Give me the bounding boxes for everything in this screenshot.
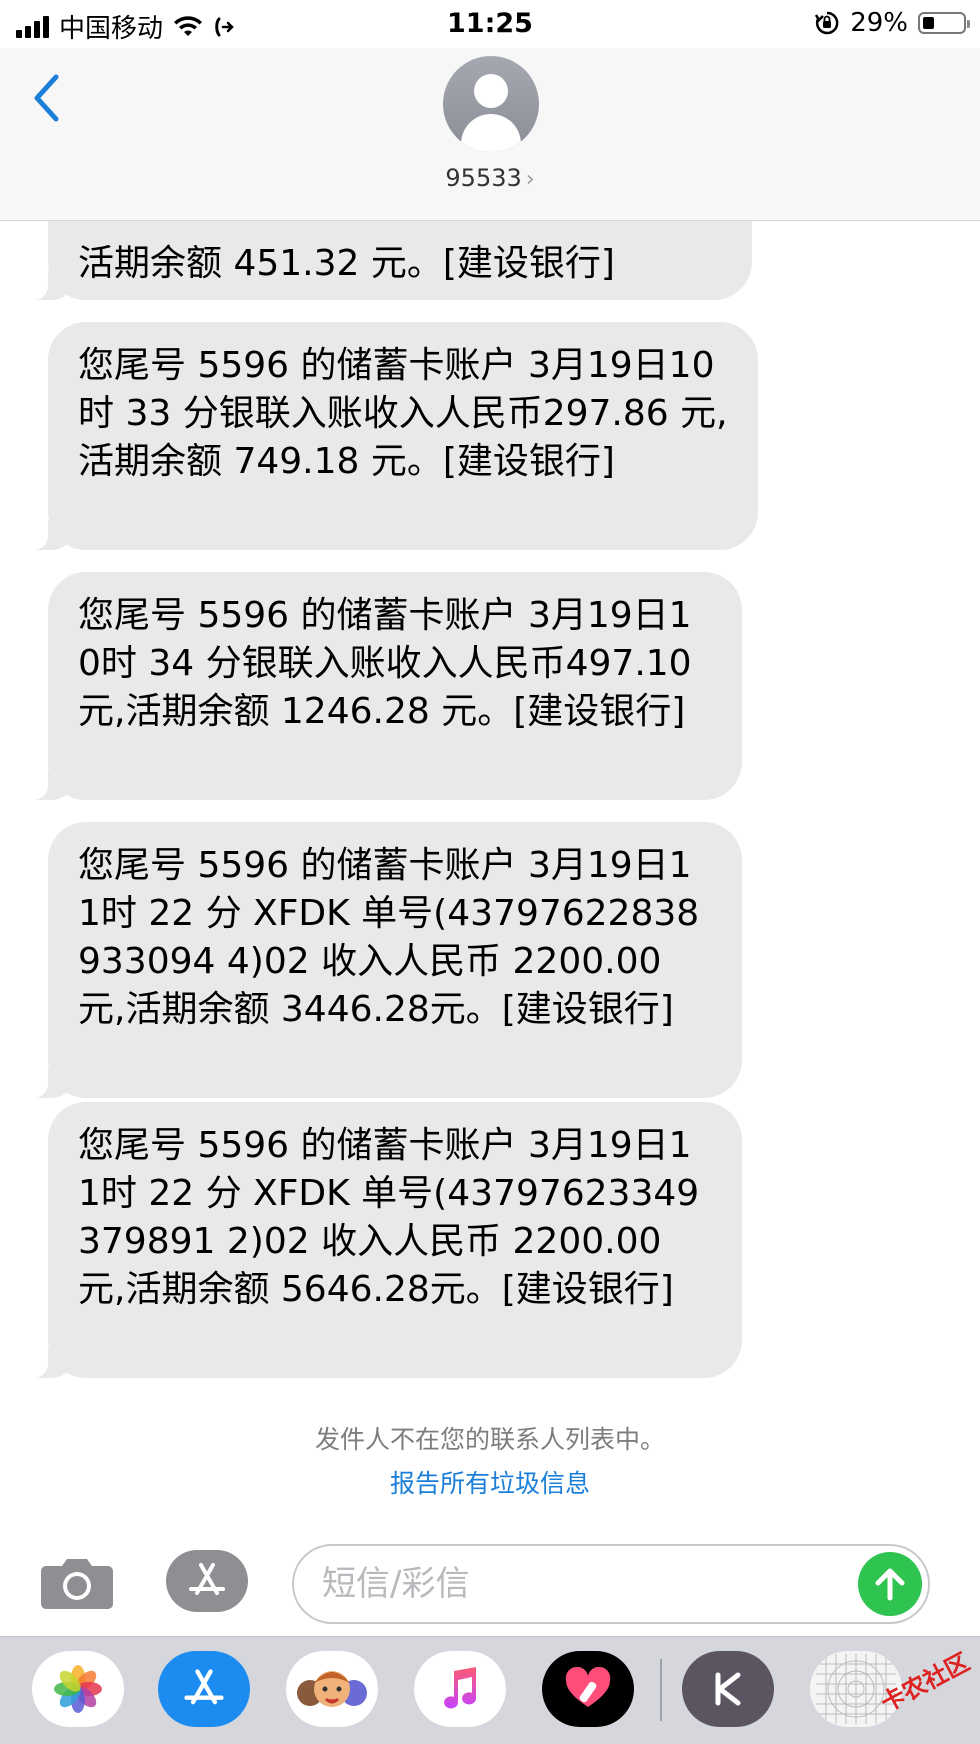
battery-icon: [918, 12, 970, 34]
bubble-tail: [22, 770, 72, 800]
message-bubble[interactable]: 您尾号 5596 的储蓄卡账户 3月19日11时 22 分 XFDK 单号(43…: [22, 1102, 742, 1378]
avatar-head: [474, 74, 508, 108]
rotation-lock-icon: [815, 11, 839, 35]
watermark-text: 卡农社区: [876, 1647, 975, 1718]
bubble-tail: [22, 1348, 72, 1378]
music-note-icon: [444, 1667, 476, 1709]
message-bubble[interactable]: 您尾号 5596 的储蓄卡账户 3月19日10时 33 分银联入账收入人民币29…: [22, 322, 758, 550]
imessage-app-drawer: 卡农社区: [0, 1636, 980, 1744]
contact-name-button[interactable]: 95533 ›: [0, 164, 980, 192]
arrow-up-icon: [875, 1568, 905, 1601]
camera-button[interactable]: [40, 1554, 114, 1610]
message-text: 您尾号 5596 的储蓄卡账户 3月19日10时 33 分银联入账收入人民币29…: [78, 345, 728, 482]
drawer-divider: [660, 1659, 662, 1721]
battery-percent: 29%: [850, 8, 908, 38]
battery-level: [923, 17, 934, 29]
message-text: 活期余额 451.32 元。[建设银行]: [78, 243, 615, 284]
contact-number: 95533: [445, 164, 522, 192]
k-letter-icon: [715, 1672, 741, 1706]
back-button[interactable]: [24, 68, 68, 128]
k-app-button[interactable]: [682, 1651, 774, 1727]
send-button[interactable]: [858, 1552, 922, 1616]
message-text: 您尾号 5596 的储蓄卡账户 3月19日11时 22 分 XFDK 单号(43…: [78, 845, 700, 1030]
message-text: 您尾号 5596 的储蓄卡账户 3月19日10时 34 分银联入账收入人民币49…: [78, 595, 704, 732]
message-bubble[interactable]: 您尾号 5596 的储蓄卡账户 3月19日10时 34 分银联入账收入人民币49…: [22, 572, 742, 800]
heart-sticker-app-button[interactable]: [542, 1651, 634, 1727]
camera-icon: [41, 1559, 113, 1609]
avatar-body: [461, 114, 521, 152]
bubble-tail: [22, 520, 72, 550]
contact-avatar[interactable]: [443, 56, 539, 152]
message-text: 您尾号 5596 的储蓄卡账户 3月19日11时 22 分 XFDK 单号(43…: [78, 1125, 700, 1310]
bubble-tail: [22, 270, 72, 300]
chevron-left-icon: [34, 74, 59, 122]
app-store-icon: [184, 1669, 224, 1705]
not-in-contacts-note: 发件人不在您的联系人列表中。: [314, 1425, 665, 1454]
memoji-icon: [297, 1671, 367, 1707]
music-app-button[interactable]: [414, 1651, 506, 1727]
bubble-tail: [22, 1068, 72, 1098]
heart-icon: [565, 1667, 611, 1707]
photos-app-button[interactable]: [32, 1651, 124, 1727]
conversation-header: 95533 ›: [0, 48, 980, 221]
message-bubble[interactable]: 您尾号 5596 的储蓄卡账户 3月19日11时 22 分 XFDK 单号(43…: [22, 822, 742, 1098]
status-bar: 中国移动 11:25 29%: [0, 0, 980, 48]
photos-icon: [54, 1665, 102, 1713]
message-input[interactable]: [292, 1544, 930, 1624]
app-store-icon: [189, 1563, 225, 1595]
memoji-app-button[interactable]: [286, 1651, 378, 1727]
report-junk-link[interactable]: 报告所有垃圾信息: [0, 1464, 980, 1500]
message-composer: [0, 1530, 980, 1636]
app-store-button[interactable]: [166, 1550, 248, 1612]
app-store-app-button[interactable]: [158, 1651, 250, 1727]
status-right: 29%: [814, 8, 970, 38]
chevron-right-icon: ›: [525, 167, 535, 192]
